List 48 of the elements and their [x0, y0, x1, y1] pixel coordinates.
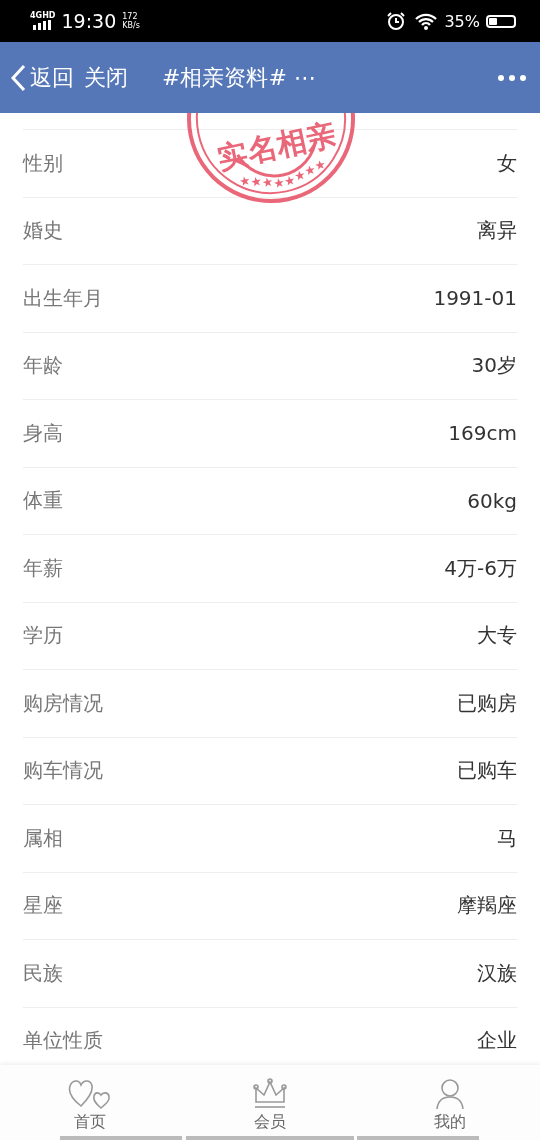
tab-item[interactable]: 首页 — [0, 1065, 180, 1140]
speed-unit: KB/s — [122, 21, 140, 30]
field-label: 婚史 — [23, 217, 63, 245]
field-label: 购房情况 — [23, 689, 103, 717]
hearts-icon — [67, 1078, 113, 1110]
page-title: #相亲资料# ⋯ — [162, 63, 317, 92]
field-label: 属相 — [23, 824, 63, 852]
person-icon — [435, 1078, 465, 1110]
alarm-icon — [386, 11, 407, 31]
close-button[interactable]: 关闭 — [84, 62, 128, 93]
battery-icon — [486, 14, 516, 28]
field-label: 性别 — [23, 149, 63, 177]
field-label: 单位性质 — [23, 1027, 103, 1055]
network-type: 4GHD — [30, 12, 56, 20]
field-label: 购车情况 — [23, 757, 103, 785]
field-label: 年薪 — [23, 554, 63, 582]
field-value: 女 — [497, 149, 517, 177]
tab-item[interactable]: 我的 — [360, 1065, 540, 1140]
network-speed: 172 — [122, 12, 139, 21]
more-icon[interactable] — [498, 74, 526, 81]
field-value: 离异 — [477, 217, 517, 245]
field-value: 30岁 — [471, 352, 517, 380]
field-label: 体重 — [23, 487, 63, 515]
field-label: 年龄 — [23, 352, 63, 380]
back-button[interactable]: 返回 — [10, 62, 74, 93]
field-value: 60kg — [467, 488, 517, 513]
field-value: 已购车 — [457, 757, 517, 785]
field-label: 星座 — [23, 892, 63, 920]
clock: 19:30 — [61, 10, 117, 32]
field-value: 1991-01 — [433, 286, 517, 311]
wifi-icon — [414, 12, 439, 30]
field-value: 企业 — [477, 1027, 517, 1055]
back-icon — [10, 63, 28, 92]
field-label: 出生年月 — [23, 284, 103, 312]
field-value: 摩羯座 — [457, 892, 517, 920]
field-value: 已购房 — [457, 689, 517, 717]
field-value: 169cm — [448, 421, 517, 446]
signal-icon — [32, 20, 53, 30]
field-label: 身高 — [23, 419, 63, 447]
tab-item[interactable]: 会员 — [180, 1065, 360, 1140]
field-value: 汉族 — [477, 959, 517, 987]
battery-percent: 35% — [444, 11, 480, 31]
field-label: 学历 — [23, 622, 63, 650]
field-value: 马 — [497, 824, 517, 852]
field-value: 大专 — [477, 622, 517, 650]
field-value: 4万-6万 — [444, 554, 517, 582]
field-label: 民族 — [23, 959, 63, 987]
crown-icon — [253, 1078, 287, 1110]
